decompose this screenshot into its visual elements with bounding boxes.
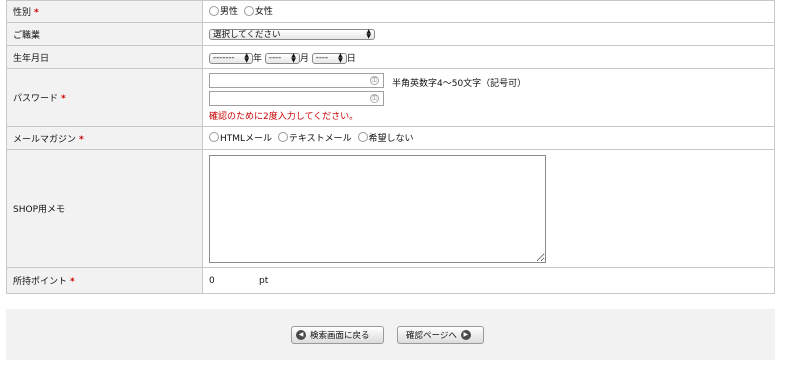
birth-year-select[interactable]: ------- ▲ ▼ xyxy=(209,52,253,64)
points-unit: pt xyxy=(259,275,269,286)
back-button-label: 検索画面に戻る xyxy=(310,331,370,341)
newsletter-option-text[interactable]: テキストメール xyxy=(277,131,352,144)
arrow-left-icon: ◀ xyxy=(296,330,306,340)
required-mark: * xyxy=(79,134,84,145)
select-arrows-icon: ▲ ▼ xyxy=(244,52,249,64)
radio-female[interactable] xyxy=(243,5,254,16)
gender-option-label: 男性 xyxy=(220,7,239,18)
required-mark: * xyxy=(70,277,75,287)
select-arrows-icon: ▲ ▼ xyxy=(366,28,371,40)
newsletter-option-label: 希望しない xyxy=(368,133,414,144)
button-area: ◀ 検索画面に戻る 確認ページへ ▶ xyxy=(6,309,775,360)
password-rule-note: 半角英数字4～50文字（記号可） xyxy=(392,79,527,89)
points-row: 所持ポイント * 0 pt xyxy=(6,267,775,294)
points-value: 0 xyxy=(209,275,215,286)
birth-day-value: ---- xyxy=(315,53,329,63)
birthday-label: 生年月日 xyxy=(13,53,50,64)
shop-memo-textarea[interactable] xyxy=(209,154,546,263)
password-row: パスワード * ⚿ ⚿ 確認のために2度入力してください。 xyxy=(6,68,775,127)
occupation-value-cell: 選択してください ▲ ▼ xyxy=(202,22,775,46)
customer-form-table: 性別 * 男性 女性 ご職業 選択してください ▲ ▼ 生年月日 ------- ▲… xyxy=(6,0,775,294)
birth-day-unit: 日 xyxy=(346,53,356,64)
points-label: 所持ポイント xyxy=(13,277,68,287)
newsletter-option-none[interactable]: 希望しない xyxy=(357,131,414,144)
password-label-cell: パスワード * xyxy=(6,68,203,127)
birth-year-unit: 年 xyxy=(253,53,263,64)
newsletter-label: メールマガジン xyxy=(13,134,77,145)
points-label-cell: 所持ポイント * xyxy=(6,267,203,294)
newsletter-value-cell: HTMLメール テキストメール 希望しない xyxy=(202,126,775,150)
shop-memo-label-cell: SHOP用メモ xyxy=(6,149,203,268)
birth-year-value: ------- xyxy=(213,53,235,63)
password-confirm-note: 確認のために2度入力してください。 xyxy=(209,112,359,122)
required-mark: * xyxy=(61,94,66,104)
occupation-selected: 選択してください xyxy=(213,30,281,40)
birth-month-value: ---- xyxy=(268,53,282,63)
gender-value-cell: 男性 女性 xyxy=(202,0,775,23)
radio-html[interactable] xyxy=(209,132,219,143)
occupation-select[interactable]: 選択してください ▲ ▼ xyxy=(209,28,375,40)
birth-day-select[interactable]: ---- ▲ ▼ xyxy=(311,52,347,64)
gender-option-male[interactable]: 男性 xyxy=(209,4,238,17)
newsletter-option-html[interactable]: HTMLメール xyxy=(209,131,272,144)
radio-none[interactable] xyxy=(357,132,368,143)
back-to-search-button[interactable]: ◀ 検索画面に戻る xyxy=(291,326,384,344)
birthday-label-cell: 生年月日 xyxy=(6,45,203,69)
birthday-row: 生年月日 ------- ▲ ▼ 年 ---- ▲ ▼ 月 ---- ▲ ▼ 日 xyxy=(6,45,775,69)
arrow-right-icon: ▶ xyxy=(460,330,471,340)
password-label: パスワード xyxy=(13,94,59,104)
radio-text[interactable] xyxy=(277,132,288,143)
occupation-label-cell: ご職業 xyxy=(6,22,203,46)
shop-memo-label: SHOP用メモ xyxy=(13,205,65,215)
birth-month-select[interactable]: ---- ▲ ▼ xyxy=(264,52,300,64)
newsletter-option-label: テキストメール xyxy=(288,133,352,144)
confirm-page-button[interactable]: 確認ページへ ▶ xyxy=(397,326,484,344)
select-arrows-icon: ▲ ▼ xyxy=(338,52,343,64)
gender-option-female[interactable]: 女性 xyxy=(243,4,273,18)
birthday-value-cell: ------- ▲ ▼ 年 ---- ▲ ▼ 月 ---- ▲ ▼ 日 xyxy=(202,45,775,69)
points-value-cell: 0 pt xyxy=(202,267,775,294)
birth-month-unit: 月 xyxy=(299,53,309,64)
password-confirm-input[interactable]: ⚿ xyxy=(209,91,384,106)
key-icon[interactable]: ⚿ xyxy=(370,76,379,85)
radio-male[interactable] xyxy=(209,5,219,16)
newsletter-row: メールマガジン * HTMLメール テキストメール 希望しない xyxy=(6,126,775,150)
gender-label-cell: 性別 * xyxy=(6,0,203,23)
occupation-row: ご職業 選択してください ▲ ▼ xyxy=(6,22,775,46)
shop-memo-value-cell xyxy=(202,149,775,268)
select-arrows-icon: ▲ ▼ xyxy=(291,52,296,64)
key-icon[interactable]: ⚿ xyxy=(370,94,379,103)
password-input[interactable]: ⚿ xyxy=(209,73,384,88)
shop-memo-row: SHOP用メモ xyxy=(6,149,775,268)
occupation-label: ご職業 xyxy=(13,30,41,41)
gender-row: 性別 * 男性 女性 xyxy=(6,0,775,23)
gender-option-label: 女性 xyxy=(254,7,273,18)
required-mark: * xyxy=(34,8,39,18)
newsletter-label-cell: メールマガジン * xyxy=(6,126,203,150)
confirm-button-label: 確認ページへ xyxy=(406,331,457,341)
newsletter-option-label: HTMLメール xyxy=(220,133,273,144)
gender-label: 性別 xyxy=(13,8,32,18)
